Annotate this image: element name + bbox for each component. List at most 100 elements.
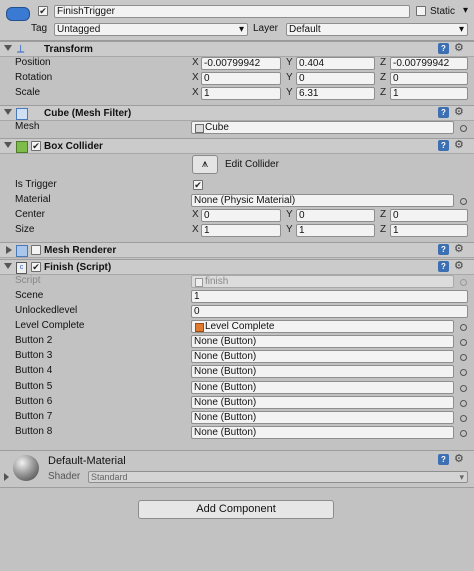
mesh-filter-header[interactable]: Cube (Mesh Filter) ? ⚙	[0, 105, 474, 121]
axis-x-label: X	[192, 224, 199, 235]
position-x-field[interactable]: -0.00799942	[201, 57, 281, 70]
button-field-label: Button 5	[15, 381, 53, 392]
axis-y-label: Y	[286, 72, 293, 83]
position-z-field[interactable]: -0.00799942	[390, 57, 468, 70]
object-picker-icon[interactable]	[460, 385, 467, 392]
active-checkbox[interactable]: ✔	[38, 6, 48, 16]
script-label: Script	[15, 275, 41, 286]
axis-y-label: Y	[286, 224, 293, 235]
object-picker-icon[interactable]	[460, 339, 467, 346]
gear-icon[interactable]: ⚙	[454, 139, 464, 151]
scene-field[interactable]: 1	[191, 290, 468, 303]
help-icon[interactable]: ?	[438, 140, 449, 151]
center-z-field[interactable]: 0	[390, 209, 468, 222]
transform-title: Transform	[44, 44, 93, 55]
layer-value: Default	[289, 24, 321, 35]
mesh-object-field[interactable]: Cube	[191, 121, 454, 134]
button-object-field[interactable]: None (Button)	[191, 365, 454, 378]
gear-icon[interactable]: ⚙	[454, 243, 464, 255]
layer-dropdown[interactable]: Default ▾	[286, 23, 468, 36]
object-picker-icon	[460, 279, 467, 286]
finish-script-title: Finish (Script)	[44, 262, 112, 273]
box-collider-title: Box Collider	[44, 141, 103, 152]
help-icon[interactable]: ?	[438, 261, 449, 272]
gear-icon[interactable]: ⚙	[454, 42, 464, 54]
rotation-x-field[interactable]: 0	[201, 72, 281, 85]
object-picker-icon[interactable]	[460, 125, 467, 132]
scale-z-field[interactable]: 1	[390, 87, 468, 100]
button-field-label: Button 2	[15, 335, 53, 346]
mesh-filter-icon	[16, 108, 28, 120]
gear-icon[interactable]: ⚙	[454, 106, 464, 118]
size-label: Size	[15, 224, 35, 235]
help-icon[interactable]: ?	[438, 107, 449, 118]
button-object-field[interactable]: None (Button)	[191, 350, 454, 363]
button-field-label: Button 4	[15, 365, 53, 376]
object-picker-icon[interactable]	[460, 400, 467, 407]
axis-z-label: Z	[380, 224, 387, 235]
static-checkbox[interactable]	[416, 6, 426, 16]
level-complete-value: Level Complete	[205, 321, 275, 332]
tag-dropdown[interactable]: Untagged ▾	[54, 23, 248, 36]
shader-dropdown[interactable]: Standard ▾	[88, 471, 468, 483]
material-collapse-icon[interactable]	[4, 473, 9, 481]
tag-label: Tag	[31, 23, 48, 34]
scale-x-field[interactable]: 1	[201, 87, 281, 100]
finish-script-header[interactable]: c ✔ Finish (Script) ? ⚙	[0, 259, 474, 275]
box-collider-header[interactable]: ✔ Box Collider ? ⚙	[0, 138, 474, 154]
mesh-value: Cube	[205, 122, 229, 133]
size-y-field[interactable]: 1	[296, 224, 375, 237]
button-object-field[interactable]: None (Button)	[191, 426, 454, 439]
object-picker-icon[interactable]	[460, 415, 467, 422]
object-picker-icon[interactable]	[460, 354, 467, 361]
static-dropdown-icon[interactable]: ▾	[463, 4, 468, 18]
box-collider-enabled-checkbox[interactable]: ✔	[31, 141, 41, 151]
foldout-arrow-icon[interactable]	[6, 246, 12, 254]
rotation-z-field[interactable]: 0	[390, 72, 468, 85]
transform-icon: ⟂	[17, 43, 25, 55]
is-trigger-checkbox[interactable]: ✔	[193, 180, 203, 190]
static-label: Static	[430, 6, 456, 17]
gear-icon[interactable]: ⚙	[454, 260, 464, 272]
physic-material-field[interactable]: None (Physic Material)	[191, 194, 454, 207]
foldout-arrow-icon[interactable]	[4, 142, 12, 148]
add-component-button[interactable]: Add Component	[138, 500, 334, 519]
level-complete-object-field[interactable]: Level Complete	[191, 320, 454, 333]
unlockedlevel-field[interactable]: 0	[191, 305, 468, 318]
help-icon[interactable]: ?	[438, 454, 449, 465]
gameobject-asset-icon	[195, 323, 204, 332]
rotation-y-field[interactable]: 0	[296, 72, 375, 85]
scale-y-field[interactable]: 6.31	[296, 87, 375, 100]
mesh-renderer-enabled-checkbox[interactable]	[31, 245, 41, 255]
position-y-field[interactable]: 0.404	[296, 57, 375, 70]
button-field-label: Button 3	[15, 350, 53, 361]
foldout-arrow-icon[interactable]	[4, 263, 12, 269]
gameobject-name-field[interactable]: FinishTrigger	[54, 5, 410, 18]
button-object-field[interactable]: None (Button)	[191, 381, 454, 394]
foldout-arrow-icon[interactable]	[4, 109, 12, 115]
object-picker-icon[interactable]	[460, 369, 467, 376]
object-picker-icon[interactable]	[460, 324, 467, 331]
size-z-field[interactable]: 1	[390, 224, 468, 237]
mesh-renderer-header[interactable]: Mesh Renderer ? ⚙	[0, 242, 474, 258]
object-picker-icon[interactable]	[460, 198, 467, 205]
transform-header[interactable]: ⟂ Transform ? ⚙	[0, 41, 474, 57]
center-x-field[interactable]: 0	[201, 209, 281, 222]
button-object-field[interactable]: None (Button)	[191, 335, 454, 348]
position-label: Position	[15, 57, 51, 68]
edit-collider-button[interactable]: ⩚	[192, 155, 218, 174]
center-y-field[interactable]: 0	[296, 209, 375, 222]
axis-x-label: X	[192, 72, 199, 83]
gear-icon[interactable]: ⚙	[454, 453, 464, 465]
object-picker-icon[interactable]	[460, 430, 467, 437]
button-object-field[interactable]: None (Button)	[191, 411, 454, 424]
finish-script-enabled-checkbox[interactable]: ✔	[31, 262, 41, 272]
size-x-field[interactable]: 1	[201, 224, 281, 237]
help-icon[interactable]: ?	[438, 43, 449, 54]
is-trigger-row: Is Trigger ✔	[0, 178, 474, 193]
button-object-field[interactable]: None (Button)	[191, 396, 454, 409]
foldout-arrow-icon[interactable]	[4, 45, 12, 51]
edit-collider-label: Edit Collider	[225, 159, 279, 170]
help-icon[interactable]: ?	[438, 244, 449, 255]
level-complete-label: Level Complete	[15, 320, 85, 331]
